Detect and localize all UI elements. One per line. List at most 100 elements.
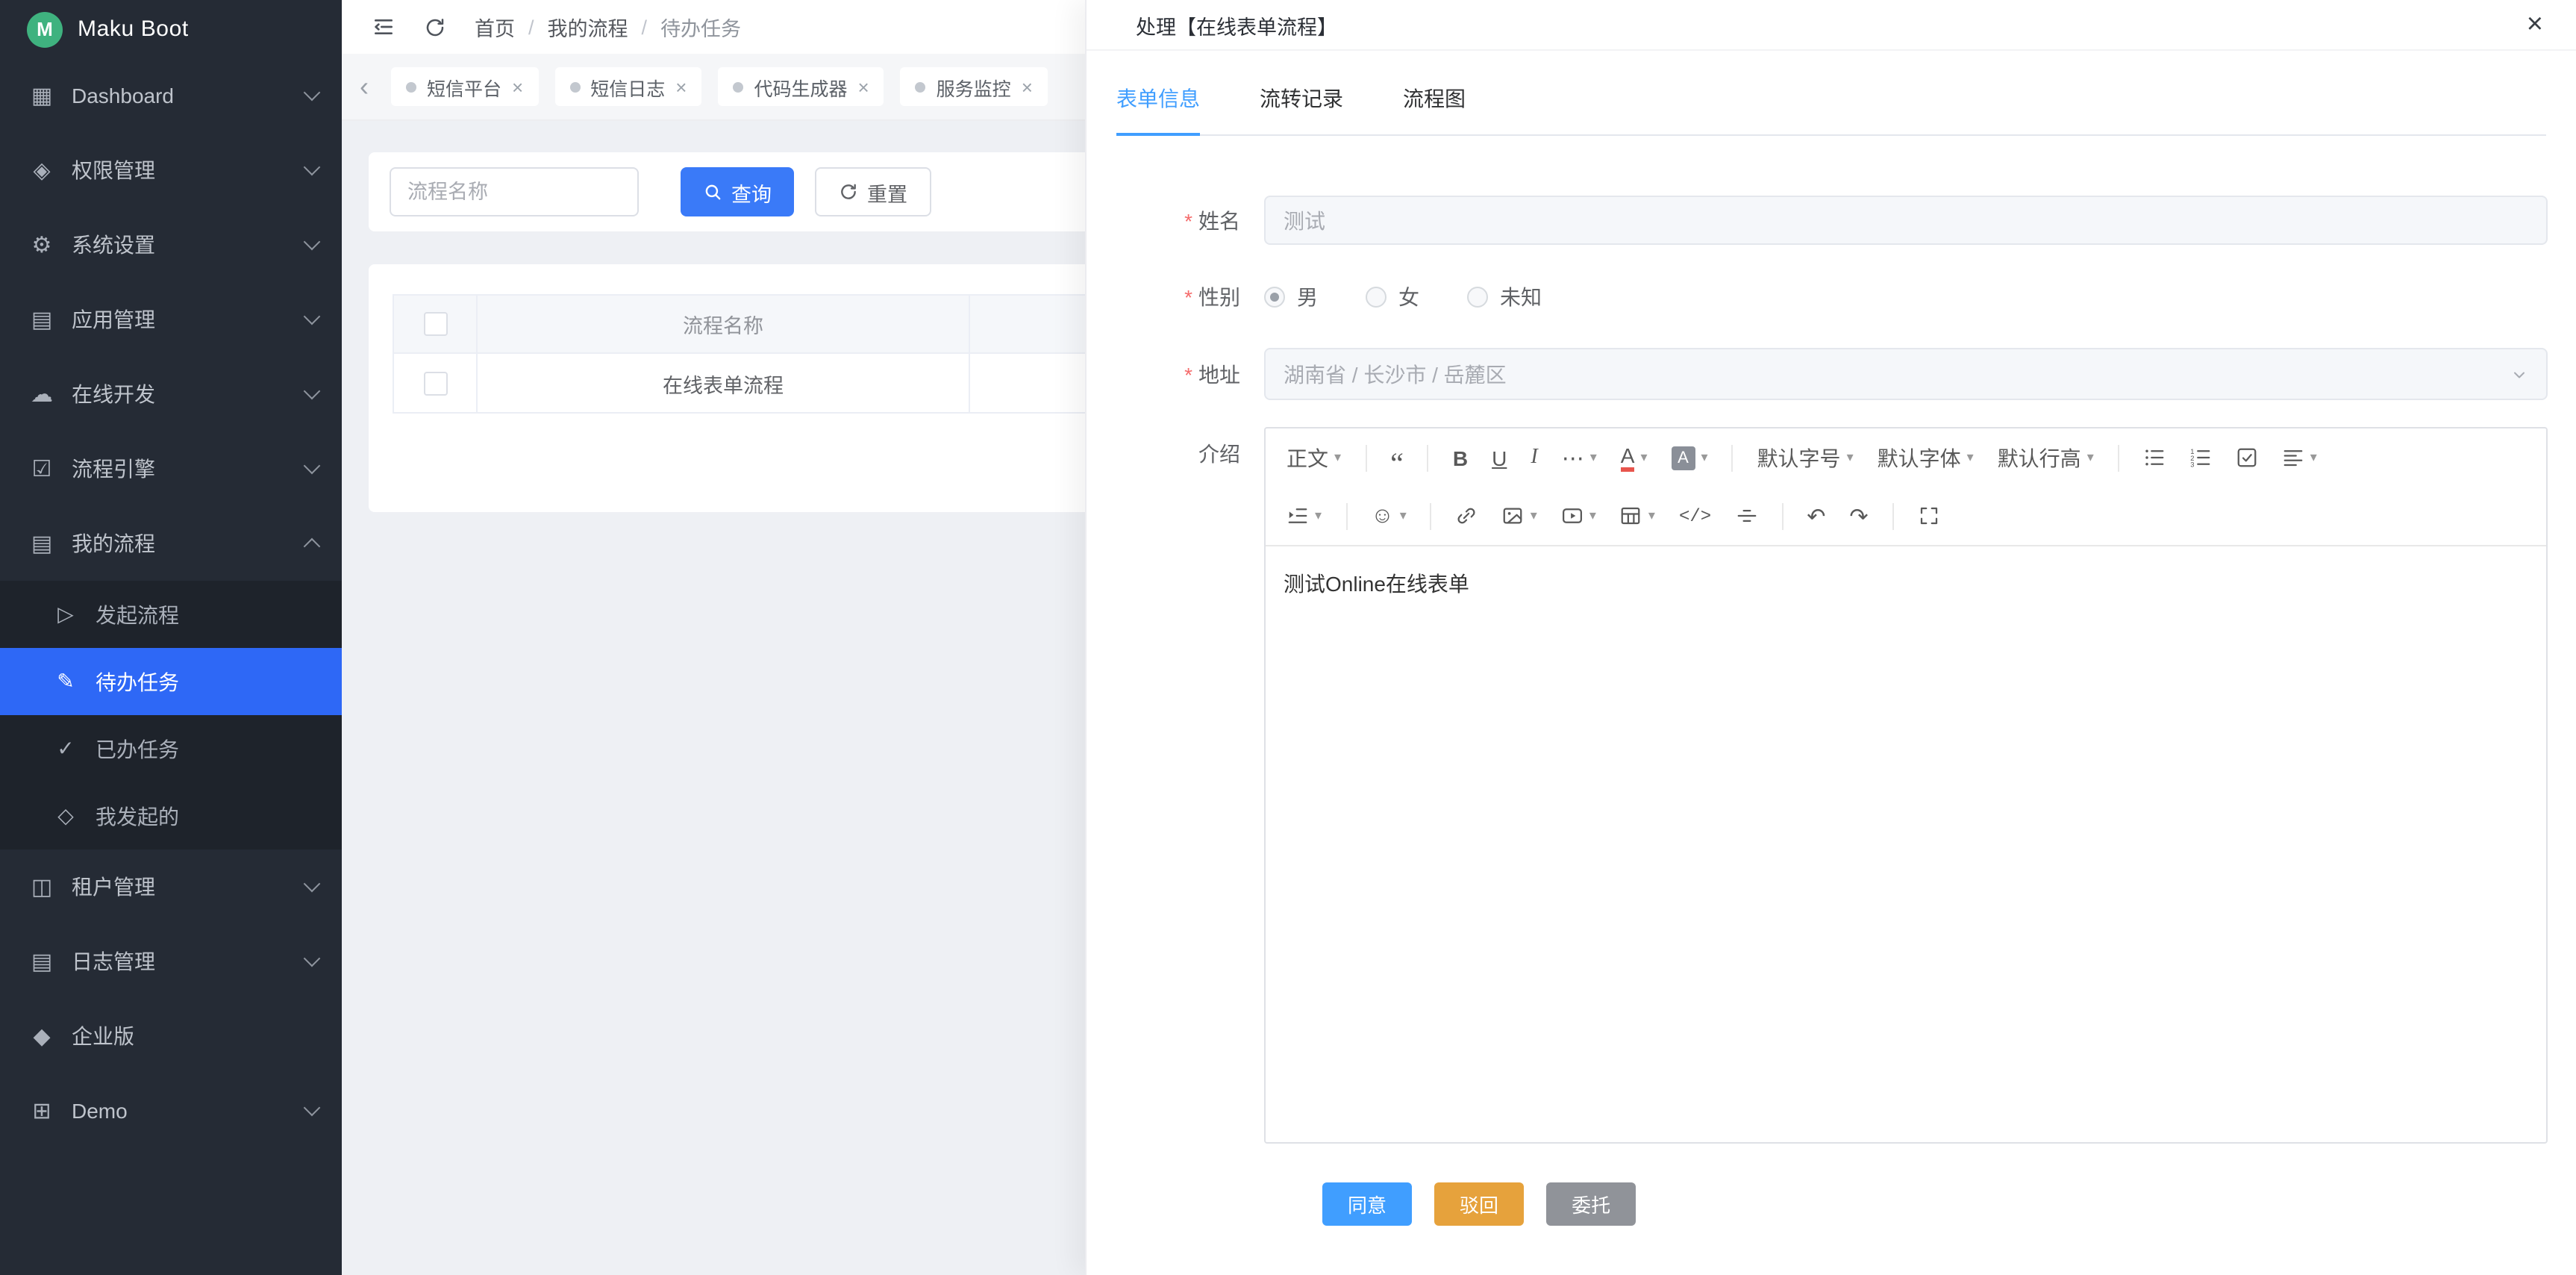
sidebar-item-process-engine[interactable]: ☑ 流程引擎 — [0, 431, 342, 506]
app-title: Maku Boot — [78, 16, 189, 42]
tabs-scroll-left-icon[interactable]: ‹ — [354, 71, 375, 102]
chevron-down-icon — [304, 876, 321, 893]
tab-close-icon[interactable]: × — [512, 77, 523, 96]
table-select[interactable]: ▾ — [1610, 495, 1666, 537]
chevron-down-icon — [304, 1100, 321, 1117]
tab-chip-service-monitor[interactable]: 服务监控 × — [901, 67, 1048, 106]
sidebar-item-logs[interactable]: ▤ 日志管理 — [0, 924, 342, 999]
divider-icon[interactable] — [1725, 495, 1768, 537]
more-styles-icon[interactable]: ⋯ ▾ — [1551, 437, 1607, 478]
font-size-select[interactable]: 默认字号 ▾ — [1747, 437, 1864, 478]
breadcrumb-separator: / — [642, 16, 648, 38]
sidebar-item-tenant[interactable]: ◫ 租户管理 — [0, 850, 342, 924]
tab-close-icon[interactable]: × — [675, 77, 687, 96]
drawer-body: 姓名 性别 男 女 — [1087, 136, 2576, 1275]
editor-toolbar-row-2: ▾ ☺ ▾ — [1275, 487, 2537, 545]
tab-chip-code-generator[interactable]: 代码生成器 × — [718, 67, 884, 106]
address-select[interactable]: 湖南省 / 长沙市 / 岳麓区 — [1264, 348, 2548, 400]
sidebar-item-demo[interactable]: ⊞ Demo — [0, 1073, 342, 1148]
bold-icon[interactable]: B — [1442, 437, 1478, 478]
sidebar-item-initiated-by-me[interactable]: ◇ 我发起的 — [0, 782, 342, 850]
building-icon: ◫ — [27, 873, 57, 900]
agree-button[interactable]: 同意 — [1322, 1182, 1412, 1226]
form-row-name: 姓名 — [1145, 196, 2548, 245]
tab-flow-diagram[interactable]: 流程图 — [1403, 84, 1466, 134]
todo-list-icon[interactable] — [2225, 437, 2269, 478]
gender-radio-group: 男 女 未知 — [1264, 281, 2548, 311]
sidebar-item-system-settings[interactable]: ⚙ 系统设置 — [0, 208, 342, 282]
link-icon[interactable] — [1445, 495, 1489, 537]
chevron-down-icon — [2510, 365, 2528, 383]
bg-color-icon[interactable]: A ▾ — [1661, 437, 1719, 478]
bullet-list-icon[interactable] — [2133, 437, 2176, 478]
log-icon: ▤ — [27, 948, 57, 975]
emoji-select[interactable]: ☺ ▾ — [1360, 495, 1417, 537]
underline-icon[interactable]: U — [1481, 437, 1517, 478]
align-select[interactable]: ▾ — [2272, 437, 2328, 478]
close-icon[interactable]: × — [2527, 10, 2543, 39]
refresh-icon[interactable] — [424, 16, 446, 38]
address-label: 地址 — [1145, 359, 1264, 389]
italic-icon[interactable]: I — [1520, 437, 1548, 478]
indent-select[interactable]: ▾ — [1276, 495, 1332, 537]
breadcrumb-home[interactable]: 首页 — [475, 12, 515, 42]
breadcrumb-my-processes[interactable]: 我的流程 — [548, 12, 628, 42]
flow-icon: ☑ — [27, 455, 57, 482]
editor-content[interactable]: 测试Online在线表单 — [1266, 546, 2546, 1142]
tab-chip-sms-platform[interactable]: 短信平台 × — [391, 67, 538, 106]
tab-close-icon[interactable]: × — [857, 77, 869, 96]
tab-dot-icon — [406, 81, 416, 92]
sidebar-item-dashboard[interactable]: ▦ Dashboard — [0, 58, 342, 133]
sidebar-item-permissions[interactable]: ◈ 权限管理 — [0, 133, 342, 208]
tab-chip-sms-log[interactable]: 短信日志 × — [554, 67, 701, 106]
folder-icon: ▤ — [27, 530, 57, 557]
font-color-icon[interactable]: A ▾ — [1610, 437, 1658, 478]
radio-unknown[interactable]: 未知 — [1467, 281, 1542, 311]
chevron-down-icon — [304, 84, 321, 102]
sidebar-item-online-dev[interactable]: ☁ 在线开发 — [0, 357, 342, 431]
numbered-list-icon[interactable]: 123 — [2179, 437, 2222, 478]
app-root: M Maku Boot ▦ Dashboard ◈ 权限管理 ⚙ 系统设置 ▤ … — [0, 0, 2576, 1275]
video-select[interactable]: ▾ — [1551, 495, 1607, 537]
process-drawer: 处理【在线表单流程】 × 表单信息 流转记录 流程图 姓名 性别 — [1085, 0, 2576, 1275]
reset-button[interactable]: 重置 — [815, 167, 931, 216]
code-block-icon[interactable]: </> — [1669, 495, 1722, 537]
radio-male[interactable]: 男 — [1264, 281, 1318, 311]
row-checkbox[interactable] — [423, 371, 447, 395]
tab-dot-icon — [916, 81, 926, 92]
name-field[interactable] — [1264, 196, 2548, 245]
tab-close-icon[interactable]: × — [1022, 77, 1033, 96]
sidebar-submenu-my-processes: ▷ 发起流程 ✎ 待办任务 ✓ 已办任务 ◇ 我发起的 — [0, 581, 342, 850]
tab-flow-records[interactable]: 流转记录 — [1260, 84, 1343, 134]
fullscreen-icon[interactable] — [1907, 495, 1951, 537]
sidebar-item-my-processes[interactable]: ▤ 我的流程 — [0, 506, 342, 581]
undo-icon[interactable]: ↶ — [1796, 495, 1836, 537]
line-height-select[interactable]: 默认行高 ▾ — [1987, 437, 2104, 478]
chevron-down-icon — [304, 950, 321, 967]
logo: M Maku Boot — [0, 0, 342, 58]
shield-icon: ◈ — [27, 157, 57, 184]
paragraph-style-select[interactable]: 正文 ▾ — [1276, 437, 1351, 478]
radio-female[interactable]: 女 — [1366, 281, 1419, 311]
drawer-header: 处理【在线表单流程】 × — [1087, 0, 2576, 51]
sidebar-item-done-tasks[interactable]: ✓ 已办任务 — [0, 715, 342, 782]
query-button[interactable]: 查询 — [681, 167, 794, 216]
editor-toolbar: 正文 ▾ “ B U I ⋯ — [1266, 428, 2546, 546]
collapse-menu-icon[interactable] — [372, 15, 396, 39]
image-select[interactable]: ▾ — [1492, 495, 1548, 537]
process-name-input[interactable] — [390, 167, 639, 216]
logo-icon: M — [27, 11, 63, 47]
tag-icon: ◇ — [51, 803, 81, 829]
radio-circle-icon — [1264, 286, 1285, 307]
reject-button[interactable]: 驳回 — [1434, 1182, 1524, 1226]
blockquote-icon[interactable]: “ — [1380, 431, 1414, 484]
sidebar-item-start-process[interactable]: ▷ 发起流程 — [0, 581, 342, 648]
select-all-checkbox[interactable] — [423, 312, 447, 336]
sidebar-item-enterprise[interactable]: ◆ 企业版 — [0, 999, 342, 1073]
sidebar-item-app-management[interactable]: ▤ 应用管理 — [0, 282, 342, 357]
tab-form-info[interactable]: 表单信息 — [1116, 84, 1200, 136]
redo-icon[interactable]: ↷ — [1839, 495, 1878, 537]
sidebar-item-pending-tasks[interactable]: ✎ 待办任务 — [0, 648, 342, 715]
delegate-button[interactable]: 委托 — [1546, 1182, 1636, 1226]
font-family-select[interactable]: 默认字体 ▾ — [1867, 437, 1984, 478]
